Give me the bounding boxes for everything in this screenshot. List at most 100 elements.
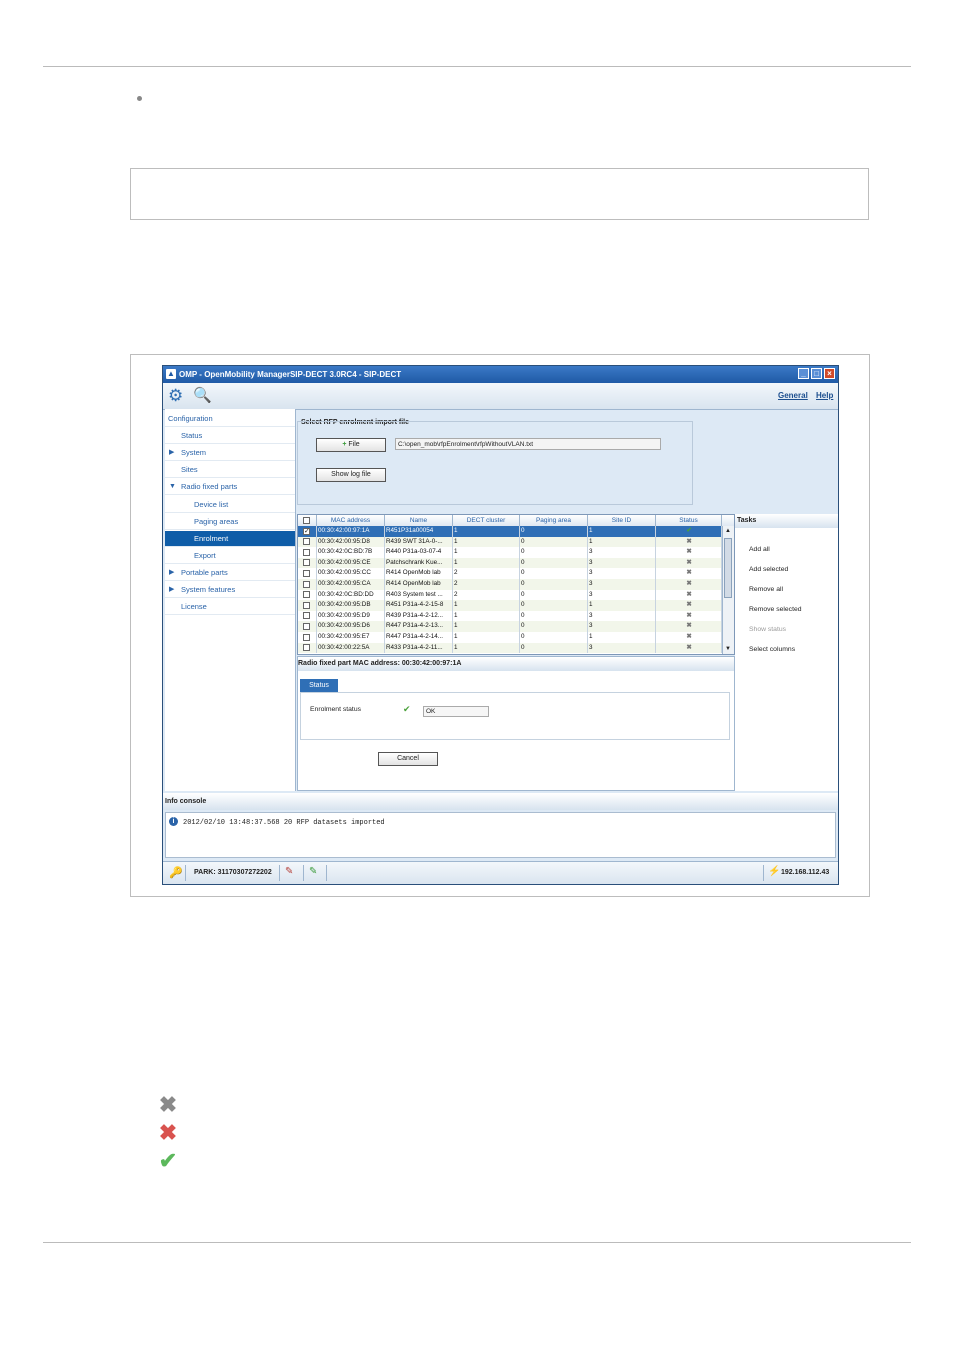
- row-checkbox[interactable]: [303, 559, 310, 567]
- table-cell-name: R440 P31a-03-07-4: [385, 547, 453, 558]
- table-cell-paging: 0: [520, 536, 588, 548]
- status-icon: ✖: [656, 642, 722, 654]
- select-all-checkbox[interactable]: [303, 517, 310, 524]
- sidebar-item-label: Device list: [194, 500, 229, 509]
- sidebar-item-status[interactable]: Status: [165, 428, 295, 444]
- row-checkbox[interactable]: [303, 601, 310, 609]
- row-checkbox[interactable]: ✓: [303, 527, 310, 535]
- task-remove-selected[interactable]: Remove selected: [749, 606, 802, 613]
- select-all-checkbox-header[interactable]: [298, 515, 317, 526]
- table-cell-name: R433 P31a-4-2-11...: [385, 642, 453, 654]
- table-cell-site: 1: [588, 526, 656, 537]
- row-checkbox[interactable]: [303, 612, 310, 620]
- task-select-columns[interactable]: Select columns: [749, 646, 795, 653]
- row-checkbox-cell: [298, 621, 317, 632]
- status-bar: 🔑 PARK: 31170307272202 ✎ ✎ ⚡ 192.168.112…: [163, 861, 838, 884]
- network-icon: ⚡: [768, 866, 781, 877]
- connection-error-icon[interactable]: ✎: [285, 866, 293, 877]
- general-link[interactable]: General: [778, 391, 808, 400]
- sidebar-item-radio-fixed-parts[interactable]: ▼ Radio fixed parts: [165, 479, 295, 495]
- bottom-rule: [43, 1242, 911, 1243]
- table-row[interactable]: 00:30:42:00:95:CE Patchschrank Kue... 1 0 3 ✖: [298, 557, 722, 569]
- table-cell-cluster: 1: [453, 526, 520, 537]
- table-row[interactable]: ✓ 00:30:42:00:97:1A R451P31a00054 1 0 1 ✔: [298, 526, 722, 537]
- column-header-status[interactable]: Status: [656, 515, 722, 526]
- help-link[interactable]: Help: [816, 391, 833, 400]
- table-cell-cluster: 1: [453, 600, 520, 611]
- table-cell-name: R403 System test ...: [385, 589, 453, 601]
- window-title: OMP - OpenMobility ManagerSIP-DECT 3.0RC…: [179, 370, 402, 379]
- chevron-right-icon[interactable]: ▶: [169, 565, 174, 581]
- sidebar-item-system[interactable]: ▶ System: [165, 445, 295, 461]
- table-cell-site: 3: [588, 579, 656, 590]
- scrollbar-thumb[interactable]: [724, 538, 732, 598]
- table-row[interactable]: 00:30:42:00:95:DB R451 P31a-4-2-15-8 1 0 1 ✖: [298, 600, 722, 611]
- chevron-down-icon[interactable]: ▼: [169, 479, 176, 495]
- maximize-button[interactable]: □: [811, 368, 822, 379]
- connection-ok-icon[interactable]: ✎: [309, 866, 317, 877]
- row-checkbox[interactable]: [303, 548, 310, 556]
- column-header-name[interactable]: Name: [385, 515, 453, 526]
- row-checkbox[interactable]: [303, 633, 310, 641]
- column-header-paging-area[interactable]: Paging area: [520, 515, 588, 526]
- import-file-path-field[interactable]: C:\open_mob\rfpEnrolment\rfpWithoutVLAN.…: [395, 438, 661, 450]
- table-cell-paging: 0: [520, 526, 588, 537]
- chevron-right-icon[interactable]: ▶: [169, 582, 174, 598]
- scroll-down-icon[interactable]: ▼: [723, 644, 733, 654]
- show-log-file-button[interactable]: Show log file: [316, 468, 386, 482]
- task-show-status: Show status: [749, 626, 787, 633]
- row-checkbox[interactable]: [303, 591, 310, 599]
- table-cell-paging: 0: [520, 568, 588, 579]
- row-checkbox[interactable]: [303, 538, 310, 546]
- task-add-selected[interactable]: Add selected: [749, 566, 788, 573]
- tab-status[interactable]: Status: [300, 679, 338, 692]
- sidebar-item-paging-areas[interactable]: Paging areas: [165, 514, 295, 530]
- sidebar-item-system-features[interactable]: ▶ System features: [165, 582, 295, 598]
- file-button[interactable]: + File: [316, 438, 386, 452]
- sidebar-item-configuration[interactable]: Configuration: [165, 411, 295, 427]
- table-cell-paging: 0: [520, 610, 588, 622]
- minimize-button[interactable]: _: [798, 368, 809, 379]
- green-check-icon: ✔: [158, 1148, 178, 1173]
- table-row[interactable]: 00:30:42:00:95:E7 R447 P31a-4-2-14... 1 0 1 ✖: [298, 632, 722, 643]
- sidebar-item-portable-parts[interactable]: ▶ Portable parts: [165, 565, 295, 581]
- gear-icon[interactable]: ⚙: [168, 386, 183, 406]
- task-remove-all[interactable]: Remove all: [749, 586, 783, 593]
- title-bar: ▲ OMP - OpenMobility ManagerSIP-DECT 3.0…: [163, 366, 838, 383]
- close-button[interactable]: ×: [824, 368, 835, 379]
- sidebar-item-license[interactable]: License: [165, 599, 295, 615]
- column-header-mac[interactable]: MAC address: [317, 515, 385, 526]
- sidebar-item-device-list[interactable]: Device list: [165, 497, 295, 513]
- table-row[interactable]: 00:30:42:00:95:D9 R439 P31a-4-2-12... 1 0 3 ✖: [298, 610, 722, 622]
- column-header-site-id[interactable]: Site ID: [588, 515, 656, 526]
- cancel-button[interactable]: Cancel: [378, 752, 438, 766]
- row-checkbox[interactable]: [303, 622, 310, 630]
- chevron-right-icon[interactable]: ▶: [169, 445, 174, 461]
- table-cell-paging: 0: [520, 557, 588, 569]
- search-icon[interactable]: 🔍: [193, 386, 212, 404]
- sidebar-item-enrolment[interactable]: Enrolment: [165, 531, 295, 547]
- table-row[interactable]: 00:30:42:0C:BD:7B R440 P31a-03-07-4 1 0 3 ✖: [298, 547, 722, 558]
- scroll-up-icon[interactable]: ▲: [723, 526, 733, 536]
- table-row[interactable]: 00:30:42:00:95:CA R414 OpenMob lab 2 0 3 ✖: [298, 579, 722, 590]
- table-scrollbar[interactable]: ▲ ▼: [722, 526, 734, 654]
- table-cell-site: 3: [588, 557, 656, 569]
- sidebar-item-sites[interactable]: Sites: [165, 462, 295, 478]
- table-row[interactable]: 00:30:42:00:95:CC R414 OpenMob lab 2 0 3 ✖: [298, 568, 722, 579]
- row-checkbox[interactable]: [303, 569, 310, 577]
- sidebar-item-export[interactable]: Export: [165, 548, 295, 564]
- row-checkbox[interactable]: [303, 644, 310, 652]
- table-cell-name: R414 OpenMob lab: [385, 568, 453, 579]
- column-header-dect-cluster[interactable]: DECT cluster: [453, 515, 520, 526]
- table-row[interactable]: 00:30:42:00:22:5A R433 P31a-4-2-11... 1 0 3 ✖: [298, 642, 722, 654]
- row-checkbox[interactable]: [303, 580, 310, 588]
- rfp-detail-panel: Radio fixed part MAC address: 00:30:42:0…: [297, 656, 735, 791]
- table-row[interactable]: 00:30:42:0C:BD:DD R403 System test ... 2 0 3…: [298, 589, 722, 601]
- table-row[interactable]: 00:30:42:00:95:D6 R447 P31a-4-2-13... 1 0 3 ✖: [298, 621, 722, 632]
- table-cell-mac: 00:30:42:00:95:CE: [317, 557, 385, 569]
- row-checkbox-cell: [298, 600, 317, 611]
- row-checkbox-cell: [298, 642, 317, 654]
- task-add-all[interactable]: Add all: [749, 546, 770, 553]
- table-row[interactable]: 00:30:42:00:95:D8 R439 SWT 31A-0-... 1 0 1 ✖: [298, 536, 722, 548]
- table-cell-cluster: 1: [453, 632, 520, 643]
